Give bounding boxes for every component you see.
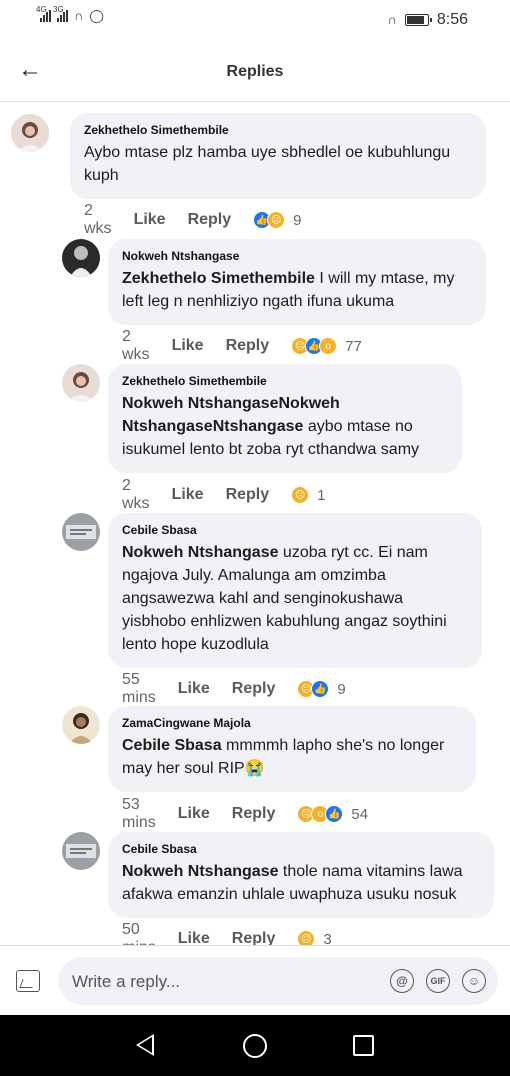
reactions-summary[interactable]: ☹ — [291, 486, 310, 504]
comment-author[interactable]: Nokweh Ntshangase — [122, 249, 472, 263]
status-right: ∩ 8:56 — [388, 11, 468, 29]
page-title: Replies — [226, 63, 284, 80]
comment-text: Nokweh Ntshangase thole nama vitamins la… — [122, 860, 480, 906]
clock: 8:56 — [436, 11, 468, 28]
comment-actions: 2 wks Like Reply ☹ 👍 o 77 — [122, 328, 362, 364]
headphones-icon: ∩ — [387, 12, 397, 27]
comment-bubble: Cebile Sbasa Nokweh Ntshangase thole nam… — [108, 832, 494, 918]
comment-author[interactable]: Zekhethelo Simethembile — [122, 374, 448, 388]
signal-icon-2: 3G — [53, 5, 68, 22]
comment-text: Aybo mtase plz hamba uye sbhedlel oe kub… — [84, 141, 472, 187]
network-label-2: 3G — [53, 5, 64, 14]
comment-bubble: Nokweh Ntshangase Zekhethelo Simethembil… — [108, 239, 486, 325]
like-button[interactable]: Like — [178, 805, 210, 823]
composer-icons: @ GIF ☺ — [390, 969, 486, 993]
reply-composer: Write a reply... @ GIF ☺ — [0, 945, 510, 1015]
comment-bubble: Zekhethelo Simethembile Aybo mtase plz h… — [70, 113, 486, 199]
comment-text: Nokweh NtshangaseNokweh NtshangaseNtshan… — [122, 392, 448, 461]
reply-button[interactable]: Reply — [232, 805, 276, 823]
comment-actions: 55 mins Like Reply ☹ 👍 9 — [122, 671, 346, 707]
network-label-1: 4G — [36, 5, 47, 14]
comment-actions: 2 wks Like Reply ☹ 1 — [122, 477, 326, 513]
avatar[interactable] — [62, 706, 100, 744]
comment-time: 2 wks — [122, 477, 150, 512]
sad-reaction-icon: ☹ — [291, 486, 310, 504]
signal-icon: 4G — [36, 5, 51, 22]
gallery-icon[interactable] — [16, 970, 40, 992]
like-button[interactable]: Like — [178, 680, 210, 698]
comment-time: 2 wks — [122, 328, 150, 363]
reactions-summary[interactable]: 👍 ☹ — [253, 211, 286, 229]
comment-bubble: ZamaCingwane Majola Cebile Sbasa mmmmh l… — [108, 706, 476, 792]
reaction-count: 9 — [337, 680, 346, 698]
nav-recents-icon[interactable] — [353, 1035, 374, 1056]
avatar[interactable] — [62, 832, 100, 870]
sad-reaction-icon: ☹ — [267, 211, 286, 229]
status-bar: 4G 3G ∩ ◯ ∩ 8:56 — [0, 0, 510, 44]
whatsapp-icon: ◯ — [89, 8, 104, 23]
reply-button[interactable]: Reply — [226, 337, 270, 355]
wow-reaction-icon: o — [319, 337, 338, 355]
comment-time: 55 mins — [122, 671, 156, 706]
comment-actions: 53 mins Like Reply ☹ o 👍 54 — [122, 796, 368, 832]
avatar[interactable] — [62, 364, 100, 402]
comment-author[interactable]: Zekhethelo Simethembile — [84, 123, 472, 137]
reaction-count: 54 — [351, 805, 369, 823]
comment-author[interactable]: Cebile Sbasa — [122, 842, 480, 856]
reactions-summary[interactable]: ☹ 👍 o — [291, 337, 338, 355]
reply-button[interactable]: Reply — [188, 211, 232, 229]
battery-icon — [404, 14, 432, 26]
headset-icon: ∩ — [74, 8, 84, 23]
reactions-summary[interactable]: ☹ 👍 — [297, 680, 330, 698]
avatar[interactable] — [62, 239, 100, 277]
reply-button[interactable]: Reply — [232, 680, 276, 698]
mention-icon[interactable]: @ — [390, 969, 414, 993]
comment-text: Cebile Sbasa mmmmh lapho she's no longer… — [122, 734, 462, 780]
gif-icon[interactable]: GIF — [426, 969, 450, 993]
comment-author[interactable]: Cebile Sbasa — [122, 523, 468, 537]
reply-input[interactable]: Write a reply... @ GIF ☺ — [58, 957, 498, 1005]
mention-tag[interactable]: Nokweh Ntshangase — [122, 863, 278, 880]
reactions-summary[interactable]: ☹ o 👍 — [297, 805, 344, 823]
comment-bubble: Cebile Sbasa Nokweh Ntshangase uzoba ryt… — [108, 513, 482, 668]
reply-button[interactable]: Reply — [226, 486, 270, 504]
reply-placeholder: Write a reply... — [72, 972, 181, 991]
comment-author[interactable]: ZamaCingwane Majola — [122, 716, 462, 730]
comment-time: 2 wks — [84, 202, 112, 237]
reaction-count: 77 — [345, 337, 362, 355]
emoji-icon[interactable]: ☺ — [462, 969, 486, 993]
comment-time: 53 mins — [122, 796, 156, 831]
mention-tag[interactable]: Zekhethelo Simethembile — [122, 270, 315, 287]
avatar[interactable] — [62, 513, 100, 551]
mention-tag[interactable]: Cebile Sbasa — [122, 737, 222, 754]
reaction-count: 9 — [293, 211, 302, 229]
reaction-count: 1 — [317, 486, 326, 504]
like-button[interactable]: Like — [172, 337, 204, 355]
status-left: 4G 3G ∩ ◯ — [36, 5, 104, 23]
mention-tag[interactable]: Nokweh Ntshangase — [122, 544, 278, 561]
nav-back-icon[interactable] — [136, 1034, 154, 1056]
nav-home-icon[interactable] — [243, 1034, 267, 1058]
header: ← Replies — [0, 44, 510, 102]
like-button[interactable]: Like — [172, 486, 204, 504]
comment-text: Zekhethelo Simethembile I will my mtase,… — [122, 267, 472, 313]
like-reaction-icon: 👍 — [311, 680, 330, 698]
avatar[interactable] — [11, 114, 49, 152]
like-reaction-icon: 👍 — [325, 805, 344, 823]
comment-bubble: Zekhethelo Simethembile Nokweh Ntshangas… — [108, 364, 462, 473]
battery-fill — [406, 16, 424, 24]
like-button[interactable]: Like — [134, 211, 166, 229]
system-nav-bar — [0, 1015, 510, 1076]
comment-text: Nokweh Ntshangase uzoba ryt cc. Ei nam n… — [122, 541, 468, 656]
comment-body: Aybo mtase plz hamba uye sbhedlel oe kub… — [84, 144, 451, 184]
comment-actions: 2 wks Like Reply 👍 ☹ 9 — [84, 202, 302, 238]
